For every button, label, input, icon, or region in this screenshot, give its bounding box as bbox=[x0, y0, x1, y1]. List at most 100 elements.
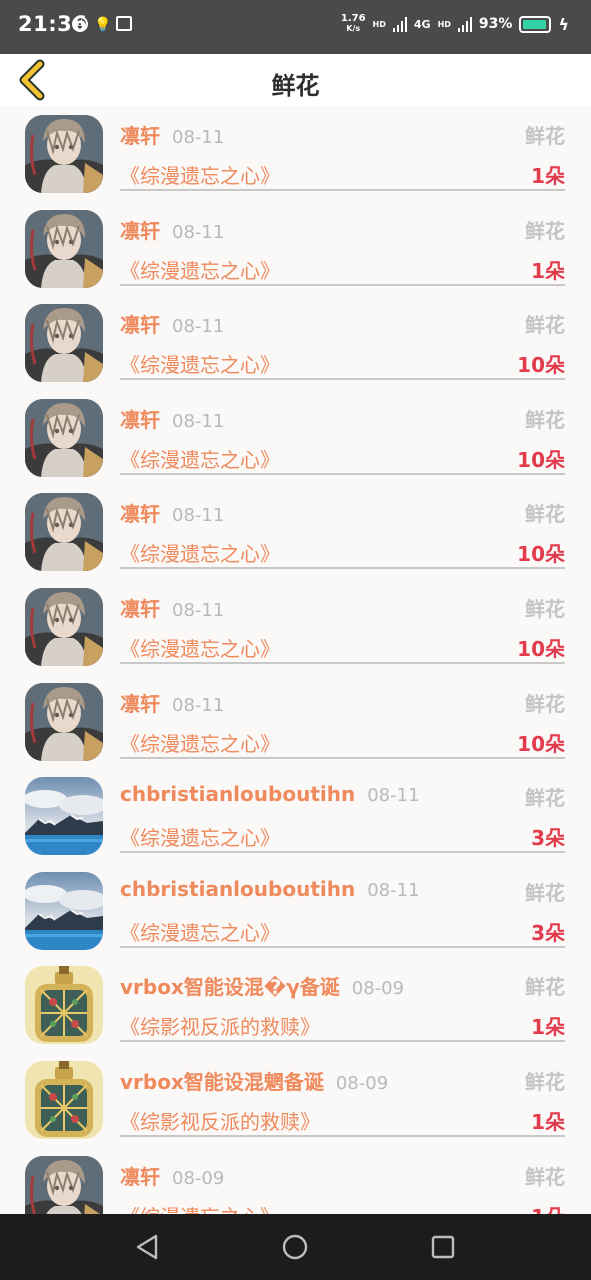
gift-count: 10朵 bbox=[517, 637, 565, 661]
charging-icon: ϟ bbox=[558, 14, 569, 34]
gift-count: 3朵 bbox=[531, 920, 565, 945]
gift-type: 鲜花 bbox=[525, 597, 565, 621]
gift-type: 鲜花 bbox=[525, 502, 565, 527]
divider bbox=[120, 756, 565, 759]
book-title[interactable]: 《综漫遗忘之心》 bbox=[120, 255, 280, 284]
hd-label-2: HD bbox=[437, 19, 451, 29]
book-title[interactable]: 《综漫遗忘之心》 bbox=[120, 1201, 280, 1214]
gift-type: 鲜花 bbox=[525, 407, 565, 432]
sender-name-text: 凛轩 bbox=[120, 1164, 160, 1189]
gift-count: 1朵 bbox=[531, 164, 565, 188]
book-title[interactable]: 《综影视反派的救赎》 bbox=[120, 1011, 320, 1040]
speed-unit: K/s bbox=[346, 24, 361, 33]
gift-date: 08-11 bbox=[367, 785, 420, 807]
list-item[interactable]: 凛轩 08-11 鲜花《综漫遗忘之心》 1朵 bbox=[0, 106, 591, 201]
avatar[interactable] bbox=[25, 682, 103, 761]
network-4g-label: 4G bbox=[413, 17, 431, 31]
avatar[interactable] bbox=[25, 966, 103, 1045]
battery-fill bbox=[523, 19, 546, 29]
sender-name[interactable]: vrbox智能设混�γ备诞 08-09 bbox=[120, 971, 404, 1000]
sender-name-text: 凛轩 bbox=[120, 691, 160, 716]
gift-count: 1朵 bbox=[531, 258, 565, 283]
book-title[interactable]: 《综漫遗忘之心》 bbox=[120, 444, 280, 473]
notification-icon: d bbox=[72, 16, 88, 32]
sender-name[interactable]: 凛轩 08-11 bbox=[120, 593, 224, 622]
avatar[interactable] bbox=[25, 398, 103, 477]
divider bbox=[120, 662, 565, 664]
list-item[interactable]: 凛轩 08-11 鲜花《综漫遗忘之心》 10朵 bbox=[0, 579, 591, 674]
recents-nav-icon[interactable] bbox=[429, 1233, 457, 1261]
list-item[interactable]: 凛轩 08-11 鲜花 《综漫遗忘之心》 10朵 bbox=[0, 295, 591, 390]
gift-record-list[interactable]: 凛轩 08-11 鲜花 《综漫遗忘之心》 1朵 凛轩 08-11 鲜花 《综漫遗忘之心》 1朵 凛轩… bbox=[0, 106, 591, 1214]
book-title[interactable]: 《综漫遗忘之心》 bbox=[120, 538, 280, 567]
sender-name-text: 凛轩 bbox=[120, 502, 160, 527]
sender-name-text: 凛轩 bbox=[120, 124, 160, 148]
page-header: 鲜花 bbox=[0, 54, 591, 106]
sender-name[interactable]: chbristianlouboutihn 08-11 bbox=[120, 782, 420, 806]
avatar[interactable] bbox=[25, 209, 103, 288]
back-nav-icon[interactable] bbox=[134, 1233, 162, 1261]
gift-type: 鲜花 bbox=[525, 124, 565, 148]
sender-name-text: 凛轩 bbox=[120, 218, 160, 243]
book-title[interactable]: 《综漫遗忘之心》 bbox=[120, 160, 280, 189]
book-title[interactable]: 《综漫遗忘之心》 bbox=[120, 633, 280, 662]
avatar[interactable] bbox=[25, 588, 103, 666]
list-item[interactable]: chbristianlouboutihn 08-11 鲜花 《综漫遗忘之心》 3朵 bbox=[0, 863, 591, 958]
avatar[interactable] bbox=[25, 1061, 103, 1139]
sender-name[interactable]: vrbox智能设混魍备诞 08-09 bbox=[120, 1066, 388, 1095]
sender-name[interactable]: 凛轩 08-11 bbox=[120, 215, 224, 244]
sender-name[interactable]: 凛轩 08-11 bbox=[120, 120, 224, 149]
gift-type: 鲜花 bbox=[525, 975, 565, 1000]
navigation-bar bbox=[0, 1214, 591, 1280]
sender-name[interactable]: 凛轩 08-09 bbox=[120, 1161, 224, 1190]
hd-label: HD bbox=[372, 19, 386, 29]
gift-date: 08-09 bbox=[335, 1073, 389, 1094]
list-item[interactable]: chbristianlouboutihn 08-11 鲜花 《综漫遗忘之心》 3朵 bbox=[0, 768, 591, 863]
list-item[interactable]: 凛轩 08-11 鲜花 《综漫遗忘之心》 10朵 bbox=[0, 674, 591, 769]
divider bbox=[120, 472, 565, 475]
list-item[interactable]: vrbox智能设混魍备诞 08-09 鲜花 《综影视反派的救赎》 1朵 bbox=[0, 1052, 591, 1147]
avatar[interactable] bbox=[25, 115, 103, 193]
gift-date: 08-11 bbox=[172, 410, 225, 432]
sender-name[interactable]: 凛轩 08-11 bbox=[120, 688, 224, 717]
gift-count: 1朵 bbox=[531, 1201, 565, 1214]
sender-name-text: vrbox智能设混�γ备诞 bbox=[120, 975, 340, 1000]
list-item[interactable]: 凛轩 08-09 鲜花《综漫遗忘之心》 1朵 bbox=[0, 1147, 591, 1214]
gift-date: 08-11 bbox=[367, 879, 420, 901]
avatar[interactable] bbox=[25, 304, 103, 383]
list-item[interactable]: 凛轩 08-11 鲜花《综漫遗忘之心》 1朵 bbox=[0, 201, 591, 296]
list-item[interactable]: 凛轩 08-11 鲜花 《综漫遗忘之心》 10朵 bbox=[0, 484, 591, 579]
list-item[interactable]: vrbox智能设混�γ备诞 08-09 鲜花 《综影视反派的救赎》 1朵 bbox=[0, 957, 591, 1052]
gift-type: 鲜花 bbox=[525, 218, 565, 243]
sender-name[interactable]: 凛轩 08-11 bbox=[120, 404, 224, 433]
gift-date: 08-11 bbox=[172, 316, 225, 338]
speed-value: 1.76 bbox=[340, 13, 366, 24]
status-bar: 21:36 d 💡 1.76 K/s HD 4G HD 93% ϟ bbox=[0, 0, 591, 54]
avatar[interactable] bbox=[25, 871, 103, 950]
divider bbox=[120, 567, 565, 570]
signal-icon-2 bbox=[457, 16, 472, 32]
book-title[interactable]: 《综漫遗忘之心》 bbox=[120, 728, 280, 757]
home-nav-icon[interactable] bbox=[281, 1233, 309, 1261]
gift-type: 鲜花 bbox=[525, 313, 565, 338]
divider bbox=[120, 283, 565, 286]
sender-name-text: 凛轩 bbox=[120, 313, 160, 338]
book-title[interactable]: 《综漫遗忘之心》 bbox=[120, 917, 280, 946]
divider bbox=[120, 851, 565, 854]
book-title[interactable]: 《综漫遗忘之心》 bbox=[120, 349, 280, 378]
sender-name[interactable]: 凛轩 08-11 bbox=[120, 309, 224, 338]
sender-name-text: chbristianlouboutihn bbox=[120, 782, 356, 807]
sender-name[interactable]: chbristianlouboutihn 08-11 bbox=[120, 877, 420, 901]
avatar[interactable] bbox=[25, 777, 103, 856]
image-icon bbox=[116, 16, 132, 31]
list-item[interactable]: 凛轩 08-11 鲜花 《综漫遗忘之心》 10朵 bbox=[0, 390, 591, 485]
gift-count: 1朵 bbox=[531, 1110, 565, 1134]
gift-type: 鲜花 bbox=[525, 691, 565, 716]
book-title[interactable]: 《综漫遗忘之心》 bbox=[120, 822, 280, 851]
book-title[interactable]: 《综影视反派的救赎》 bbox=[120, 1106, 320, 1135]
avatar[interactable] bbox=[25, 493, 103, 572]
sender-name[interactable]: 凛轩 08-11 bbox=[120, 498, 224, 527]
divider bbox=[120, 1135, 565, 1137]
gift-date: 08-09 bbox=[172, 1167, 225, 1189]
avatar[interactable] bbox=[25, 1155, 103, 1214]
